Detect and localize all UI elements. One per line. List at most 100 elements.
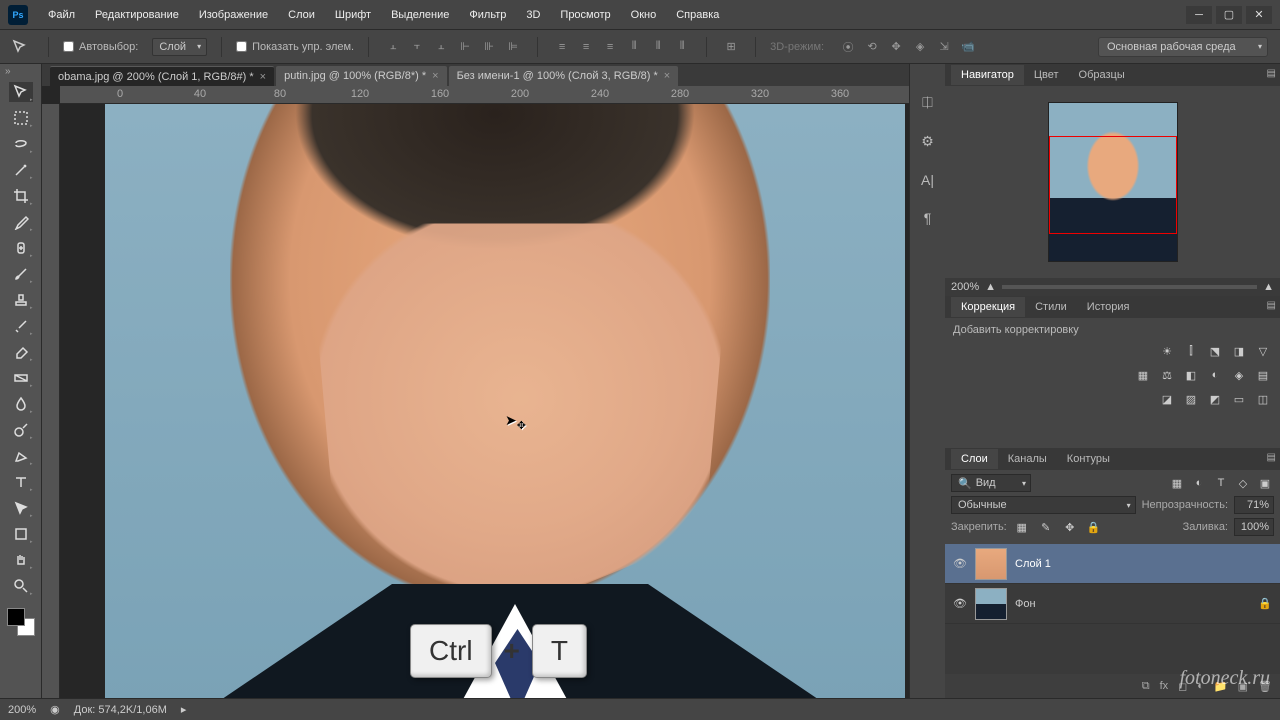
layer-row[interactable]: 👁 Слой 1 bbox=[945, 544, 1280, 584]
color-tab[interactable]: Цвет bbox=[1024, 65, 1069, 85]
wand-tool[interactable] bbox=[9, 160, 33, 180]
layer-thumbnail[interactable] bbox=[975, 588, 1007, 620]
status-doc[interactable]: Док: 574,2K/1,06M bbox=[74, 704, 167, 716]
marquee-tool[interactable] bbox=[9, 108, 33, 128]
curves-icon[interactable]: ⬔ bbox=[1206, 342, 1224, 360]
lock-all-icon[interactable]: 🔒 bbox=[1085, 518, 1103, 536]
link-layers-icon[interactable]: ⧉ bbox=[1142, 680, 1150, 693]
maximize-button[interactable]: ▢ bbox=[1216, 6, 1242, 24]
invert-icon[interactable]: ◪ bbox=[1158, 390, 1176, 408]
hand-tool[interactable] bbox=[9, 550, 33, 570]
paragraph-icon[interactable]: ¶ bbox=[924, 210, 932, 226]
lasso-tool[interactable] bbox=[9, 134, 33, 154]
vibrance-icon[interactable]: ▽ bbox=[1254, 342, 1272, 360]
status-chevron-icon[interactable]: ▸ bbox=[181, 703, 187, 716]
blend-mode-select[interactable]: Обычные bbox=[951, 496, 1136, 514]
lock-position-icon[interactable]: ✥ bbox=[1061, 518, 1079, 536]
document-tab[interactable]: Без имени-1 @ 100% (Слой 3, RGB/8) *× bbox=[449, 66, 679, 86]
document-tab[interactable]: obama.jpg @ 200% (Слой 1, RGB/8#) *× bbox=[50, 66, 274, 86]
menu-image[interactable]: Изображение bbox=[189, 3, 278, 27]
zoom-tool[interactable] bbox=[9, 576, 33, 596]
show-transform-checkbox[interactable]: Показать упр. элем. bbox=[236, 41, 354, 53]
adjustments-icon[interactable]: ⚙ bbox=[921, 133, 934, 150]
lock-icon[interactable]: 🔒 bbox=[1258, 597, 1272, 610]
3d-icon[interactable]: ✥ bbox=[886, 38, 906, 56]
type-tool[interactable] bbox=[9, 472, 33, 492]
align-left-icon[interactable]: ⊩ bbox=[455, 38, 475, 56]
brightness-icon[interactable]: ☀ bbox=[1158, 342, 1176, 360]
autoselect-checkbox[interactable]: Автовыбор: bbox=[63, 41, 138, 53]
3d-icon[interactable]: 📹 bbox=[958, 38, 978, 56]
3d-icon[interactable]: ⟲ bbox=[862, 38, 882, 56]
distribute-icon[interactable]: ≡ bbox=[552, 38, 572, 56]
status-icon[interactable]: ◉ bbox=[50, 703, 60, 716]
layer-thumbnail[interactable] bbox=[975, 548, 1007, 580]
character-icon[interactable]: A| bbox=[921, 172, 934, 188]
exposure-icon[interactable]: ◨ bbox=[1230, 342, 1248, 360]
lock-transparent-icon[interactable]: ▦ bbox=[1013, 518, 1031, 536]
zoom-slider[interactable] bbox=[1002, 285, 1257, 289]
filter-type-icon[interactable]: T bbox=[1212, 474, 1230, 492]
filter-adjust-icon[interactable]: ◐ bbox=[1190, 474, 1208, 492]
navigator-preview[interactable] bbox=[945, 86, 1280, 278]
blur-tool[interactable] bbox=[9, 394, 33, 414]
filter-shape-icon[interactable]: ◇ bbox=[1234, 474, 1252, 492]
canvas[interactable]: ➤✥ Ctrl + T bbox=[60, 104, 909, 698]
crop-tool[interactable] bbox=[9, 186, 33, 206]
visibility-icon[interactable]: 👁 bbox=[953, 557, 967, 570]
align-bottom-icon[interactable]: ⫠ bbox=[431, 38, 451, 56]
menu-type[interactable]: Шрифт bbox=[325, 3, 381, 27]
3d-icon[interactable]: ⇲ bbox=[934, 38, 954, 56]
shape-tool[interactable] bbox=[9, 524, 33, 544]
panel-menu-icon[interactable]: ▤ bbox=[1267, 300, 1276, 311]
navigator-viewbox[interactable] bbox=[1049, 136, 1177, 234]
workspace-select[interactable]: Основная рабочая среда bbox=[1098, 37, 1268, 57]
document-tab[interactable]: putin.jpg @ 100% (RGB/8*) *× bbox=[276, 66, 446, 86]
distribute-icon[interactable]: ≡ bbox=[576, 38, 596, 56]
menu-select[interactable]: Выделение bbox=[381, 3, 459, 27]
layer-kind-select[interactable]: 🔍Вид bbox=[951, 474, 1031, 492]
menu-edit[interactable]: Редактирование bbox=[85, 3, 189, 27]
panel-menu-icon[interactable]: ▤ bbox=[1267, 452, 1276, 463]
gradientmap-icon[interactable]: ▭ bbox=[1230, 390, 1248, 408]
visibility-icon[interactable]: 👁 bbox=[953, 597, 967, 610]
close-button[interactable]: ✕ bbox=[1246, 6, 1272, 24]
gradient-tool[interactable] bbox=[9, 368, 33, 388]
menu-view[interactable]: Просмотр bbox=[550, 3, 620, 27]
align-hcenter-icon[interactable]: ⊪ bbox=[479, 38, 499, 56]
menu-window[interactable]: Окно bbox=[621, 3, 667, 27]
active-tool-icon[interactable] bbox=[12, 38, 34, 56]
menu-file[interactable]: Файл bbox=[38, 3, 85, 27]
pen-tool[interactable] bbox=[9, 446, 33, 466]
menu-help[interactable]: Справка bbox=[666, 3, 729, 27]
color-swatches[interactable] bbox=[7, 608, 35, 636]
bw-icon[interactable]: ◧ bbox=[1182, 366, 1200, 384]
photofilter-icon[interactable]: ◐ bbox=[1206, 366, 1224, 384]
zoom-out-icon[interactable]: ▲ bbox=[985, 281, 996, 293]
threshold-icon[interactable]: ◩ bbox=[1206, 390, 1224, 408]
layer-fx-icon[interactable]: fx bbox=[1160, 680, 1169, 692]
distribute-icon[interactable]: ⦀ bbox=[672, 38, 692, 56]
layer-name[interactable]: Фон bbox=[1015, 598, 1036, 610]
levels-icon[interactable]: ⫿ bbox=[1182, 342, 1200, 360]
distribute-icon[interactable]: ≡ bbox=[600, 38, 620, 56]
styles-tab[interactable]: Стили bbox=[1025, 297, 1077, 317]
layer-name[interactable]: Слой 1 bbox=[1015, 558, 1051, 570]
lock-pixels-icon[interactable]: ✎ bbox=[1037, 518, 1055, 536]
move-tool[interactable] bbox=[9, 82, 33, 102]
fill-input[interactable]: 100% bbox=[1234, 518, 1274, 536]
filter-smart-icon[interactable]: ▣ bbox=[1256, 474, 1274, 492]
3d-icon[interactable]: ⦿ bbox=[838, 38, 858, 56]
menu-3d[interactable]: 3D bbox=[516, 3, 550, 27]
history-icon[interactable]: ⎅ bbox=[922, 94, 933, 111]
status-zoom[interactable]: 200% bbox=[8, 704, 36, 716]
layers-tab[interactable]: Слои bbox=[951, 449, 998, 469]
align-vcenter-icon[interactable]: ⫟ bbox=[407, 38, 427, 56]
adjustments-tab[interactable]: Коррекция bbox=[951, 297, 1025, 317]
selective-icon[interactable]: ◫ bbox=[1254, 390, 1272, 408]
3d-icon[interactable]: ◈ bbox=[910, 38, 930, 56]
autoselect-target-select[interactable]: Слой bbox=[152, 38, 207, 56]
align-top-icon[interactable]: ⫠ bbox=[383, 38, 403, 56]
opacity-input[interactable]: 71% bbox=[1234, 496, 1274, 514]
close-icon[interactable]: × bbox=[664, 70, 670, 82]
